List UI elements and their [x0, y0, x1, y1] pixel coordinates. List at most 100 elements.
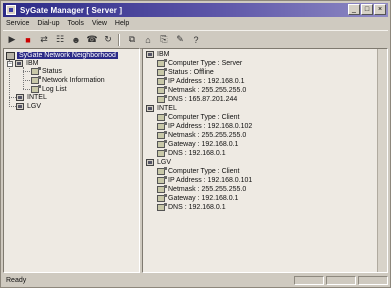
- detail-line: Netmask : 255.255.255.0: [157, 131, 246, 140]
- menu-tools[interactable]: Tools: [65, 20, 89, 27]
- property-icon: [157, 185, 167, 193]
- property-icon: [157, 176, 167, 184]
- detail-text: Netmask : 255.255.255.0: [168, 186, 247, 193]
- detail-line: Computer Type : Client: [157, 113, 239, 122]
- detail-line: IP Address : 192.168.0.102: [157, 122, 252, 131]
- network-info-icon: [31, 76, 41, 84]
- detail-text: DNS : 165.87.201.244: [168, 96, 238, 103]
- tree-item-network-information[interactable]: Network Information: [31, 76, 105, 85]
- tree-node-intel[interactable]: INTEL: [16, 93, 47, 102]
- computer-icon: [146, 159, 154, 166]
- tree-guide: [9, 97, 16, 98]
- property-icon: [157, 59, 167, 67]
- detail-host-ibm[interactable]: IBM: [146, 50, 169, 59]
- collapse-icon[interactable]: −: [7, 60, 13, 67]
- detail-line: Gateway : 192.168.0.1: [157, 194, 238, 203]
- tree-pane[interactable]: SyGate Network Neighborhood − IBM Status…: [3, 48, 140, 273]
- status-panel: [326, 275, 356, 285]
- detail-line: IP Address : 192.168.0.101: [157, 176, 252, 185]
- toolbar-separator: [118, 33, 120, 46]
- detail-host-lgv[interactable]: LGV: [146, 158, 171, 167]
- detail-text: Computer Type : Client: [168, 168, 240, 175]
- property-icon: [157, 95, 167, 103]
- help-icon[interactable]: ?: [189, 33, 203, 47]
- status-text: Ready: [6, 276, 27, 284]
- tree-guide: [23, 71, 30, 72]
- detail-line: Computer Type : Server: [157, 59, 242, 68]
- detail-line: Computer Type : Client: [157, 167, 239, 176]
- computer-icon: [146, 105, 154, 112]
- users-icon[interactable]: ☻: [69, 33, 83, 47]
- property-icon: [157, 140, 167, 148]
- edit-icon[interactable]: ✎: [173, 33, 187, 47]
- main-window: SyGate Manager [ Server ] _ □ × Service …: [0, 0, 391, 288]
- property-icon: [157, 77, 167, 85]
- tree-item-label: Log List: [42, 86, 67, 93]
- maximize-button[interactable]: □: [361, 4, 373, 15]
- property-icon: [157, 203, 167, 211]
- detail-line: Gateway : 192.168.0.1: [157, 140, 238, 149]
- dialup-icon[interactable]: ☎: [85, 33, 99, 47]
- log-list-icon: [31, 85, 41, 93]
- property-icon: [157, 68, 167, 76]
- status-panel: [358, 275, 388, 285]
- detail-text: Status : Offline: [168, 69, 214, 76]
- detail-host-label: INTEL: [157, 105, 177, 112]
- refresh-icon[interactable]: ↻: [101, 33, 115, 47]
- tree-item-label: Network Information: [42, 77, 105, 84]
- tree-item-status[interactable]: Status: [31, 67, 62, 76]
- stop-icon[interactable]: ■: [21, 33, 35, 47]
- detail-line: Status : Offline: [157, 68, 214, 77]
- tree-node-lgv[interactable]: LGV: [16, 102, 41, 111]
- play-icon[interactable]: ▶: [5, 33, 19, 47]
- tree-item-label: Status: [42, 68, 62, 75]
- menu-view[interactable]: View: [89, 20, 112, 27]
- detail-text: DNS : 192.168.0.1: [168, 150, 226, 157]
- property-icon: [157, 194, 167, 202]
- detail-text: IP Address : 192.168.0.102: [168, 123, 253, 130]
- tree-guide: [9, 106, 16, 107]
- tree-node-label: IBM: [26, 60, 39, 67]
- detail-text: DNS : 192.168.0.1: [168, 204, 226, 211]
- detail-line: DNS : 192.168.0.1: [157, 149, 226, 158]
- menu-service[interactable]: Service: [3, 20, 34, 27]
- properties-icon[interactable]: ☷: [53, 33, 67, 47]
- status-icon: [31, 67, 41, 75]
- detail-host-intel[interactable]: INTEL: [146, 104, 177, 113]
- detail-text: Computer Type : Server: [168, 60, 243, 67]
- menu-dialup[interactable]: Dial-up: [34, 20, 64, 27]
- window-controls: _ □ ×: [348, 4, 386, 15]
- detail-text: IP Address : 192.168.0.101: [168, 177, 253, 184]
- detail-host-label: LGV: [157, 159, 172, 166]
- toolbar: ▶ ■ ⇄ ☷ ☻ ☎ ↻ ⧉ ⌂ ⎘ ✎ ?: [3, 30, 388, 49]
- paste-icon[interactable]: ⎘: [157, 33, 171, 47]
- tree-node-label: INTEL: [27, 94, 47, 101]
- computer-icon: [15, 60, 23, 67]
- menu-help[interactable]: Help: [112, 20, 134, 27]
- window-title: SyGate Manager [ Server ]: [20, 5, 123, 15]
- property-icon: [157, 122, 167, 130]
- network-icon[interactable]: ⌂: [141, 33, 155, 47]
- detail-host-label: IBM: [157, 51, 170, 58]
- app-icon[interactable]: [6, 5, 16, 15]
- tree-root-label: SyGate Network Neighborhood: [17, 52, 118, 59]
- copy-icon[interactable]: ⧉: [125, 33, 139, 47]
- vertical-scrollbar[interactable]: [377, 49, 387, 272]
- details-pane[interactable]: IBM Computer Type : Server Status : Offl…: [142, 48, 388, 273]
- minimize-button[interactable]: _: [348, 4, 360, 15]
- tree-guide: [23, 89, 30, 90]
- detail-text: Netmask : 255.255.255.0: [168, 87, 247, 94]
- tree-node-label: LGV: [27, 103, 42, 110]
- close-button[interactable]: ×: [374, 4, 386, 15]
- property-icon: [157, 167, 167, 175]
- detail-text: Computer Type : Client: [168, 114, 240, 121]
- status-bar: Ready: [3, 274, 388, 286]
- property-icon: [157, 113, 167, 121]
- computer-icon: [16, 103, 24, 110]
- computer-icon: [16, 94, 24, 101]
- property-icon: [157, 86, 167, 94]
- connect-icon[interactable]: ⇄: [37, 33, 51, 47]
- menu-bar: Service Dial-up Tools View Help: [3, 18, 388, 29]
- title-bar[interactable]: SyGate Manager [ Server ] _ □ ×: [3, 3, 388, 17]
- detail-text: Gateway : 192.168.0.1: [168, 141, 239, 148]
